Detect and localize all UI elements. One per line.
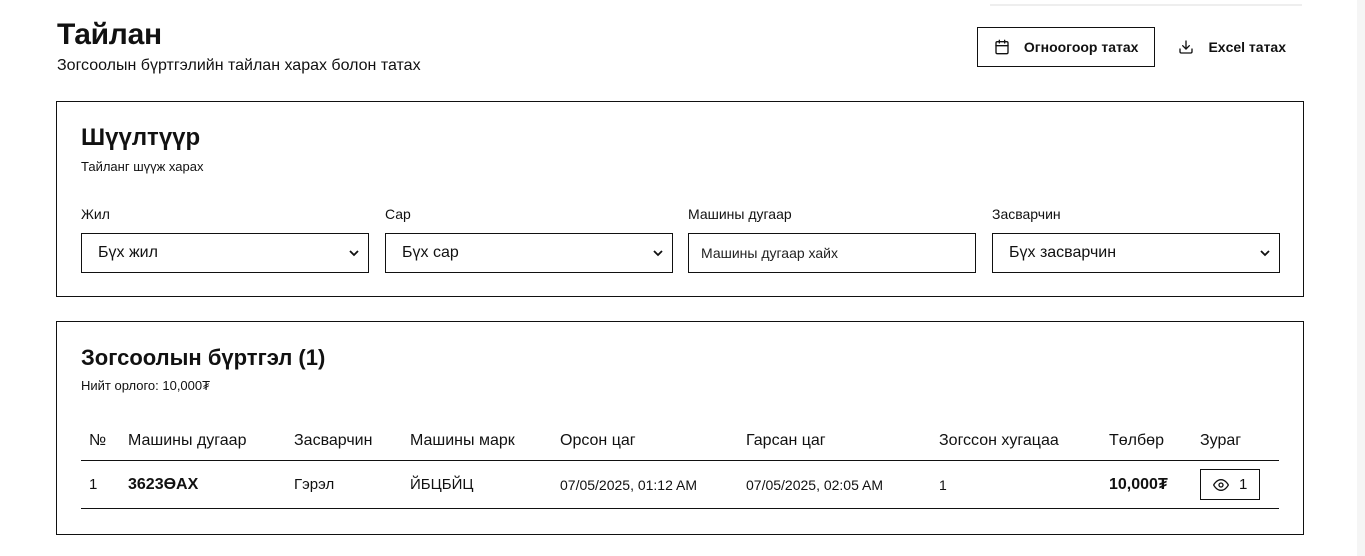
page-subtitle: Зогсоолын бүртгэлийн тайлан харах болон … bbox=[57, 57, 421, 74]
image-count: 1 bbox=[1239, 476, 1248, 493]
column-header-exit-time: Гарсан цаг bbox=[746, 431, 826, 449]
row-mechanic: Гэрэл bbox=[294, 476, 335, 493]
plate-search-placeholder: Машины дугаар хайх bbox=[701, 245, 839, 261]
chevron-down-icon bbox=[349, 250, 359, 257]
table-row[interactable]: 1 3623ӨАХ Гэрэл ЙБЦБЙЦ 07/05/2025, 01:12… bbox=[81, 461, 1279, 509]
mechanic-select[interactable]: Бүх засварчин bbox=[992, 233, 1280, 273]
year-filter: Жил Бүх жил bbox=[81, 206, 369, 273]
filter-description: Тайланг шүүж харах bbox=[81, 159, 204, 174]
row-plate: 3623ӨАХ bbox=[128, 475, 199, 493]
records-table: № Машины дугаар Засварчин Машины марк Ор… bbox=[81, 421, 1279, 509]
year-select-value: Бүх жил bbox=[98, 244, 158, 261]
download-by-date-button[interactable]: Огноогоор татах bbox=[976, 27, 1156, 67]
records-card: Зогсоолын бүртгэл (1) Нийт орлого: 10,00… bbox=[56, 321, 1304, 535]
filter-title: Шүүлтүүр bbox=[81, 124, 201, 151]
year-filter-label: Жил bbox=[81, 206, 110, 222]
header-actions: Огноогоор татах Excel татах bbox=[976, 27, 1301, 67]
row-fee: 10,000₮ bbox=[1109, 475, 1168, 493]
month-select-value: Бүх сар bbox=[402, 244, 459, 261]
month-select[interactable]: Бүх сар bbox=[385, 233, 673, 273]
column-header-image: Зураг bbox=[1200, 431, 1242, 449]
mechanic-select-value: Бүх засварчин bbox=[1009, 244, 1117, 261]
column-header-no: № bbox=[89, 431, 107, 449]
chevron-down-icon bbox=[1260, 250, 1270, 257]
column-header-plate: Машины дугаар bbox=[128, 431, 247, 449]
download-by-date-label: Огноогоор татах bbox=[1023, 39, 1139, 55]
mechanic-filter-label: Засварчин bbox=[992, 206, 1061, 222]
column-header-brand: Машины марк bbox=[410, 431, 515, 449]
download-icon bbox=[1179, 40, 1194, 54]
total-income: Нийт орлого: 10,000₮ bbox=[81, 378, 211, 393]
month-filter-label: Сар bbox=[385, 206, 411, 222]
row-image-cell: 1 bbox=[1200, 469, 1279, 500]
row-exit-time: 07/05/2025, 02:05 AM bbox=[746, 476, 883, 493]
top-divider bbox=[990, 4, 1302, 6]
table-header: № Машины дугаар Засварчин Машины марк Ор… bbox=[81, 421, 1279, 461]
row-entry-time: 07/05/2025, 01:12 AM bbox=[560, 476, 697, 493]
column-header-entry-time: Орсон цаг bbox=[560, 431, 636, 449]
page-title: Тайлан bbox=[57, 18, 162, 51]
row-duration: 1 bbox=[939, 476, 947, 493]
row-no: 1 bbox=[89, 476, 98, 493]
mechanic-filter: Засварчин Бүх засварчин bbox=[992, 206, 1280, 273]
column-header-fee: Төлбөр bbox=[1109, 431, 1164, 449]
plate-filter-label: Машины дугаар bbox=[688, 206, 792, 222]
month-filter: Сар Бүх сар bbox=[385, 206, 673, 273]
filter-card: Шүүлтүүр Тайланг шүүж харах Жил Бүх жил … bbox=[56, 101, 1304, 297]
year-select[interactable]: Бүх жил bbox=[81, 233, 369, 273]
column-header-mechanic: Засварчин bbox=[294, 431, 373, 449]
calendar-icon bbox=[995, 39, 1009, 55]
plate-search-input[interactable]: Машины дугаар хайх bbox=[688, 233, 976, 273]
chevron-down-icon bbox=[653, 250, 663, 257]
excel-download-label: Excel татах bbox=[1208, 39, 1286, 55]
page-header: Тайлан Зогсоолын бүртгэлийн тайлан харах… bbox=[57, 17, 421, 76]
plate-filter: Машины дугаар Машины дугаар хайх bbox=[688, 206, 976, 273]
excel-download-button[interactable]: Excel татах bbox=[1163, 27, 1301, 67]
view-images-button[interactable]: 1 bbox=[1200, 469, 1261, 500]
page-scrollbar[interactable] bbox=[1357, 0, 1365, 556]
row-brand: ЙБЦБЙЦ bbox=[410, 476, 474, 493]
eye-icon bbox=[1213, 478, 1229, 491]
records-title: Зогсоолын бүртгэл (1) bbox=[81, 345, 326, 370]
column-header-duration: Зогссон хугацаа bbox=[939, 431, 1059, 449]
